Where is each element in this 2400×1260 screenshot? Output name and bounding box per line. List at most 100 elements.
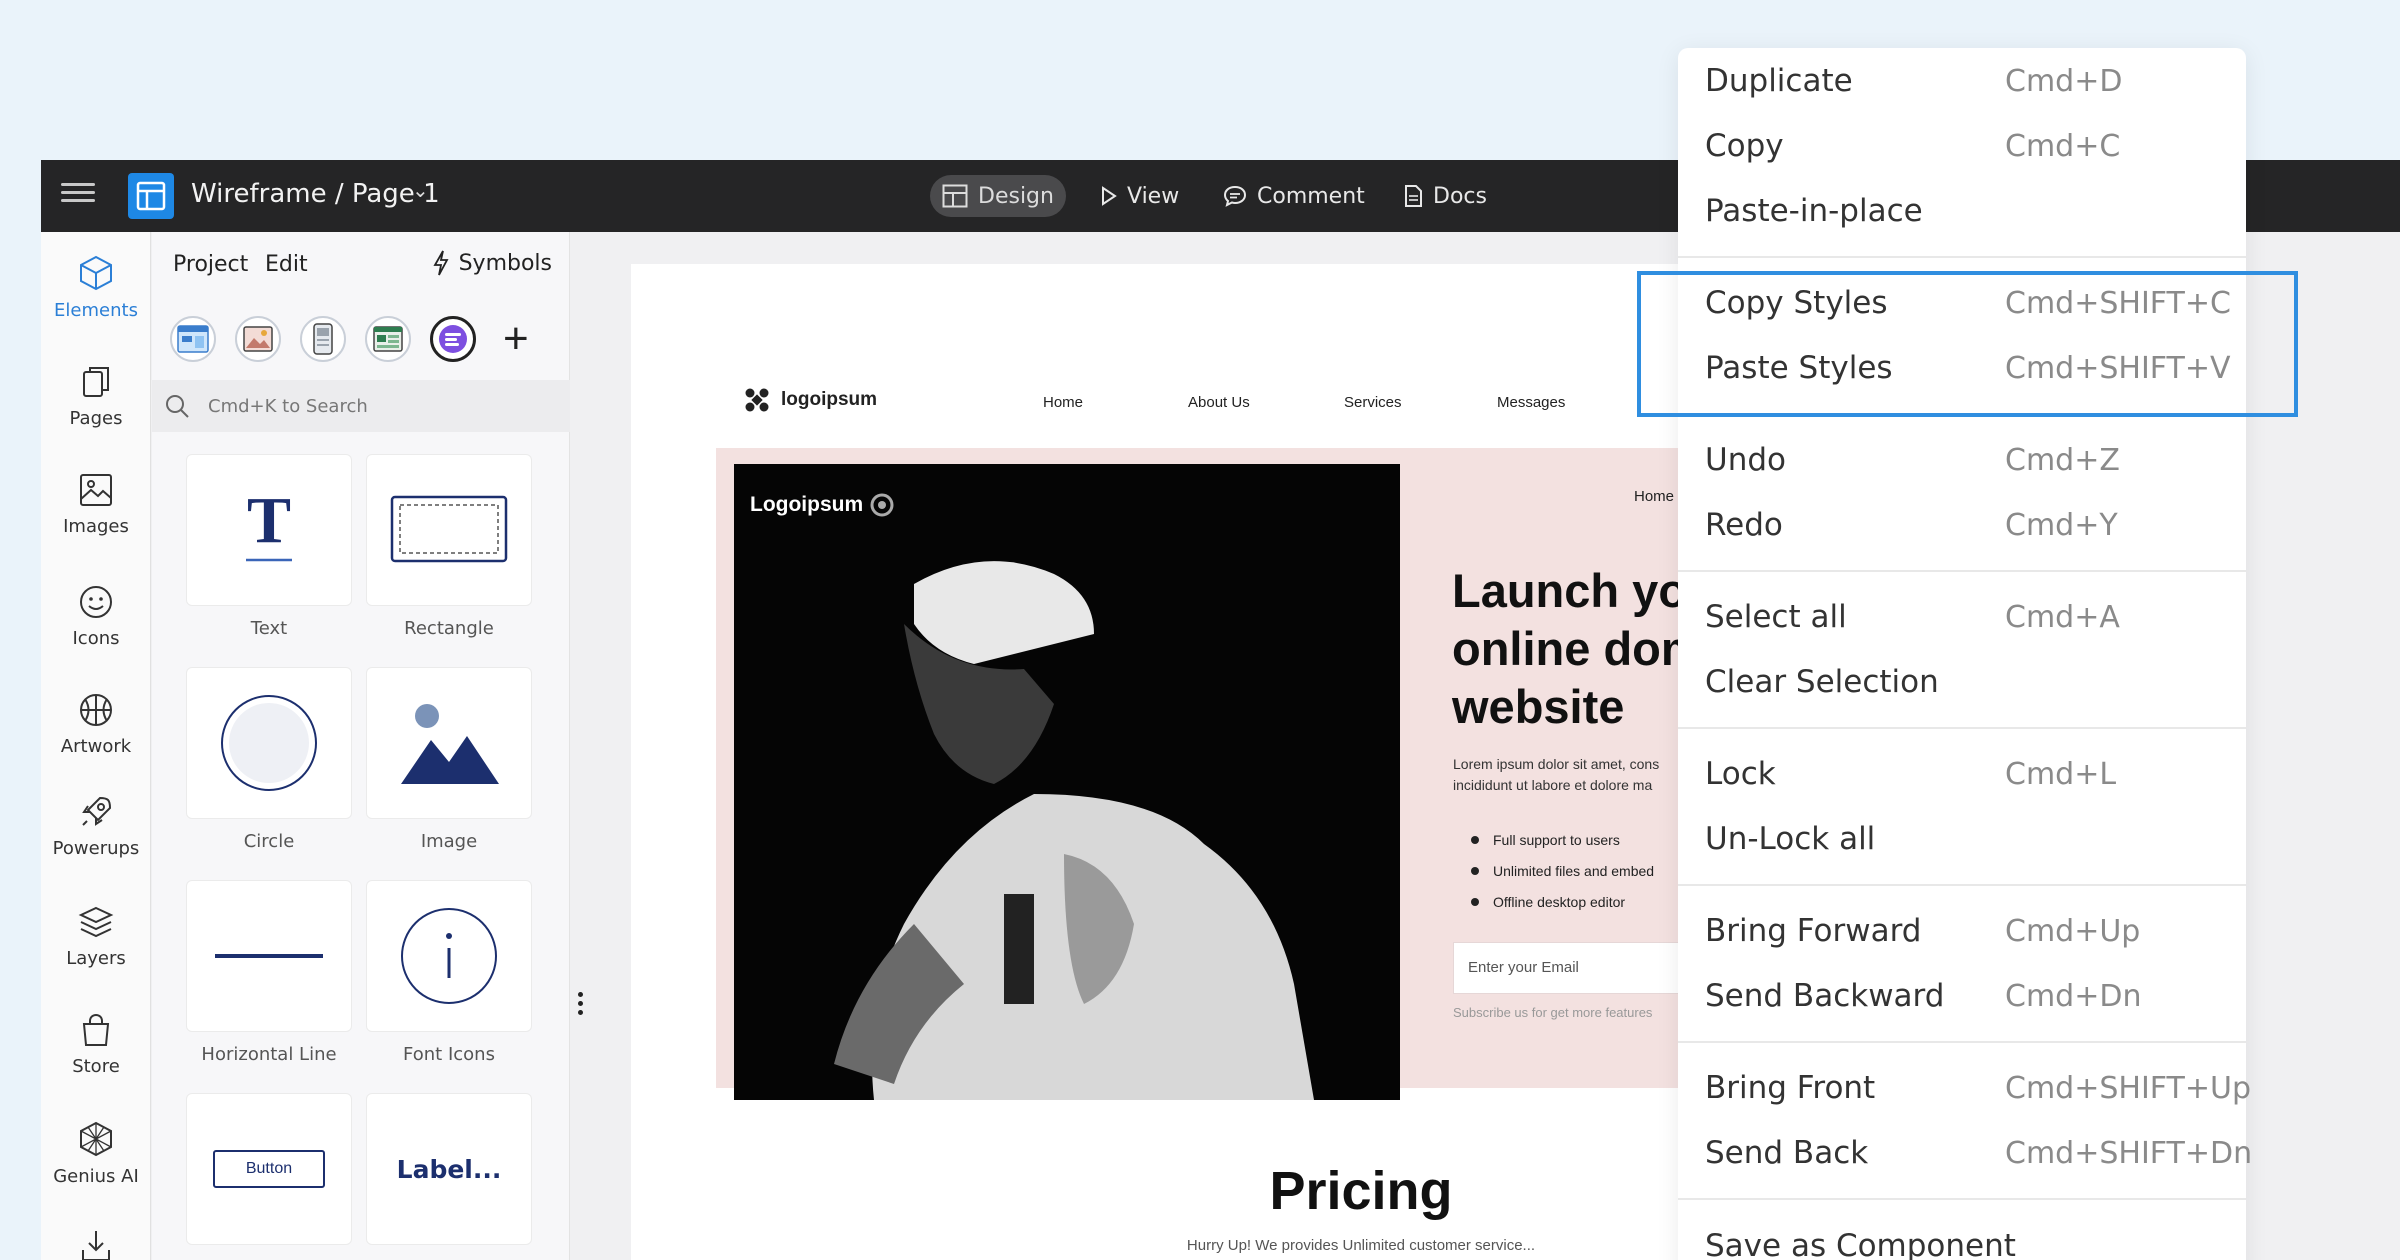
chevron-down-icon[interactable]: ⌄	[412, 178, 429, 203]
menu-item-unlock-all[interactable]: Un-Lock all	[1705, 821, 1875, 857]
menu-item-redo[interactable]: Redo	[1705, 507, 1783, 543]
pricing-subtitle: Hurry Up! We provides Unlimited customer…	[1186, 1237, 1536, 1254]
menu-item-lock[interactable]: Lock	[1705, 756, 1776, 792]
more-vertical-icon[interactable]	[578, 992, 584, 1019]
tile-rectangle-label: Rectangle	[404, 618, 494, 639]
menu-shortcut: Cmd+SHIFT+Up	[2005, 1071, 2251, 1106]
elements-panel: Project Edit Symbols + Cmd+K to Search T…	[152, 232, 570, 1260]
rail-item-layers[interactable]: Layers	[41, 904, 151, 969]
menu-item-clear-selection[interactable]: Clear Selection	[1705, 664, 1939, 700]
hamburger-menu-icon[interactable]	[61, 178, 97, 214]
person-silhouette-image	[734, 464, 1400, 1100]
menu-item-duplicate[interactable]: Duplicate	[1705, 63, 1853, 99]
ai-network-icon	[80, 1121, 112, 1157]
menu-shortcut: Cmd+A	[2005, 600, 2120, 635]
photo-logo-text: Logoipsum	[750, 493, 864, 516]
tab-design-label: Design	[978, 183, 1054, 209]
menu-item-save-as-component[interactable]: Save as Component	[1705, 1228, 2016, 1260]
rail-item-elements[interactable]: Elements	[41, 254, 151, 321]
text-tool-icon: T	[246, 490, 292, 562]
menu-item-copy[interactable]: Copy	[1705, 128, 1784, 164]
canvas-page[interactable]: logoipsum Home About Us Services Message…	[631, 264, 1753, 1260]
site-logo-text: logoipsum	[781, 389, 878, 410]
horizontal-line-tool-icon	[215, 954, 323, 958]
tab-project[interactable]: Project	[173, 252, 248, 277]
rail-item-export[interactable]	[41, 1228, 151, 1260]
tile-font-icons[interactable]	[366, 880, 532, 1032]
template-dashboard-icon[interactable]	[365, 316, 411, 362]
rail-item-genius-ai[interactable]: Genius AI	[41, 1120, 151, 1187]
nav-home[interactable]: Home	[1043, 394, 1083, 411]
search-bar[interactable]: Cmd+K to Search	[152, 380, 570, 432]
hero-section[interactable]: Logoipsum Home Launch you online dom web…	[716, 448, 1753, 1100]
nav-messages[interactable]: Messages	[1497, 394, 1565, 411]
tab-view-label: View	[1127, 183, 1180, 209]
menu-item-bring-forward[interactable]: Bring Forward	[1705, 913, 1921, 949]
rail-label-pages: Pages	[69, 408, 123, 429]
rail-label-powerups: Powerups	[52, 838, 140, 859]
image-tool-icon	[401, 704, 499, 784]
tile-text[interactable]: T	[186, 454, 352, 606]
rail-item-artwork[interactable]: Artwork	[41, 692, 151, 757]
tab-edit[interactable]: Edit	[265, 252, 308, 277]
feature-text: Full support to users	[1493, 831, 1620, 848]
tab-docs[interactable]: Docs	[1391, 175, 1499, 217]
menu-item-paste-in-place[interactable]: Paste-in-place	[1705, 193, 1923, 229]
highlight-box	[1637, 271, 2298, 417]
search-input[interactable]: Cmd+K to Search	[208, 396, 368, 417]
pages-icon	[83, 367, 109, 397]
template-form-icon[interactable]	[430, 316, 476, 362]
shopping-bag-icon	[82, 1013, 110, 1046]
feature-item: Unlimited files and embed	[1453, 855, 1654, 886]
rail-label-layers: Layers	[66, 948, 126, 969]
menu-item-bring-front[interactable]: Bring Front	[1705, 1070, 1875, 1106]
feature-text: Offline desktop editor	[1493, 893, 1626, 910]
hero-nav-home[interactable]: Home	[1634, 488, 1674, 505]
pricing-title: Pricing	[1269, 1161, 1453, 1221]
tab-comment[interactable]: Comment	[1211, 175, 1377, 217]
template-web-icon[interactable]	[170, 316, 216, 362]
swirl-icon	[870, 493, 894, 517]
layers-icon	[78, 906, 114, 938]
tile-horizontal-line[interactable]	[186, 880, 352, 1032]
rail-item-icons[interactable]: Icons	[41, 584, 151, 649]
tab-design[interactable]: Design	[930, 175, 1066, 217]
rail-item-store[interactable]: Store	[41, 1012, 151, 1077]
menu-shortcut: Cmd+Up	[2005, 914, 2141, 949]
symbols-button[interactable]: Symbols	[433, 250, 552, 276]
rail-item-pages[interactable]: Pages	[41, 364, 151, 429]
rail-item-images[interactable]: Images	[41, 472, 151, 537]
menu-item-send-backward[interactable]: Send Backward	[1705, 978, 1944, 1014]
menu-item-send-back[interactable]: Send Back	[1705, 1135, 1868, 1171]
template-image-icon[interactable]	[235, 316, 281, 362]
tile-image-label: Image	[420, 831, 478, 852]
hero-photo[interactable]: Logoipsum	[734, 464, 1400, 1100]
template-mobile-icon[interactable]	[300, 316, 346, 362]
menu-item-undo[interactable]: Undo	[1705, 442, 1786, 478]
images-icon	[80, 474, 112, 506]
tab-view[interactable]: View	[1089, 175, 1191, 217]
rail-label-store: Store	[72, 1056, 120, 1077]
add-template-icon[interactable]: +	[503, 316, 529, 362]
menu-separator	[1678, 256, 2246, 258]
logoipsum-icon	[745, 388, 769, 412]
feature-item: Offline desktop editor	[1453, 886, 1654, 917]
menu-item-select-all[interactable]: Select all	[1705, 599, 1847, 635]
label-preview: Label...	[396, 1154, 502, 1184]
nav-about[interactable]: About Us	[1188, 394, 1250, 411]
tile-image[interactable]	[366, 667, 532, 819]
document-title[interactable]: Wireframe / Page 1	[191, 179, 440, 209]
menu-shortcut: Cmd+D	[2005, 64, 2123, 99]
tile-rectangle[interactable]	[366, 454, 532, 606]
context-menu: Duplicate Cmd+D Copy Cmd+C Paste-in-plac…	[1678, 48, 2252, 1260]
rail-label-genius-ai: Genius AI	[53, 1166, 139, 1187]
rail-item-powerups[interactable]: Powerups	[41, 794, 151, 859]
tile-label[interactable]: Label...	[366, 1093, 532, 1245]
tile-button[interactable]: Button	[186, 1093, 352, 1245]
tile-circle-label: Circle	[243, 831, 295, 852]
search-icon	[166, 395, 189, 418]
menu-separator	[1678, 1198, 2246, 1200]
nav-services[interactable]: Services	[1344, 394, 1402, 411]
rail-label-elements: Elements	[54, 300, 138, 321]
tile-circle[interactable]	[186, 667, 352, 819]
